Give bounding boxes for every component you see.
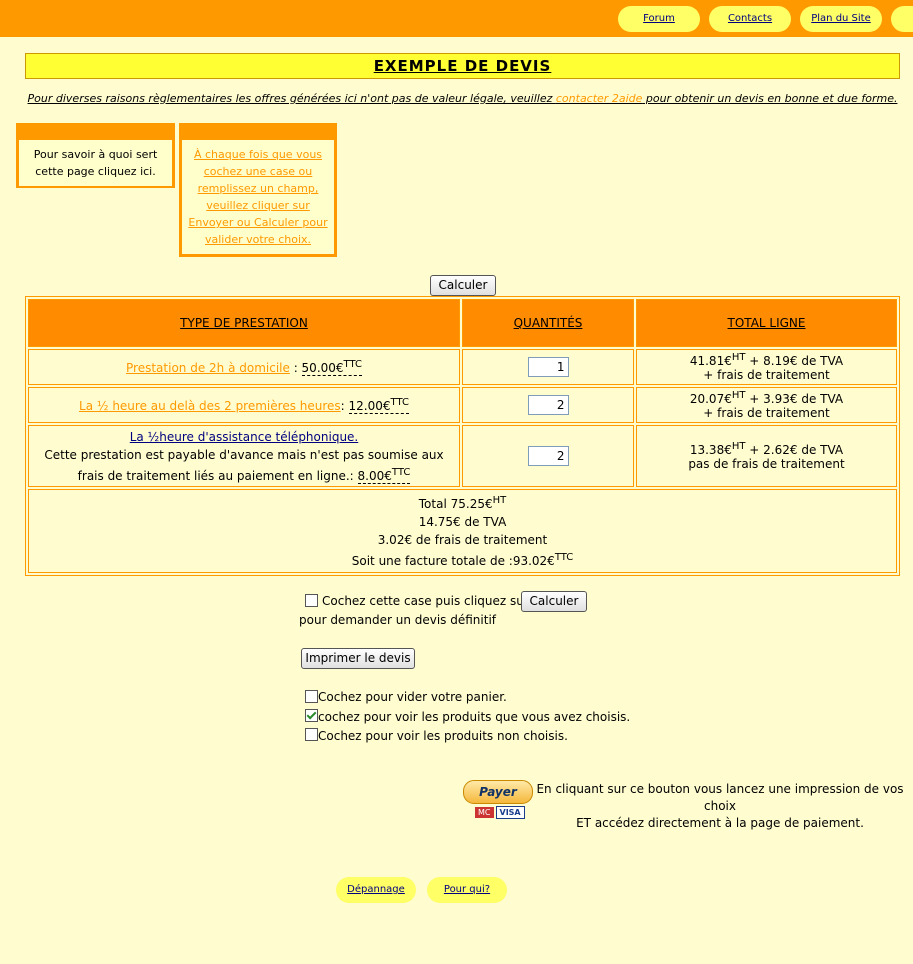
prestation-cell: La ½heure d'assistance téléphonique. Cet… (28, 425, 460, 487)
line-total-cell: 41.81€HT + 8.19€ de TVA + frais de trait… (636, 349, 897, 385)
devis-checkbox[interactable] (305, 594, 318, 607)
summary-fees: 3.02€ de frais de traitement (377, 533, 548, 547)
table-row: La ½heure d'assistance téléphonique. Cet… (28, 425, 897, 487)
print-quote-button[interactable]: Imprimer le devis (301, 648, 415, 669)
total-ht: 13.38€ (689, 443, 732, 457)
price-tax-label: TTC (343, 359, 362, 370)
page-title: EXEMPLE DE DEVIS (25, 53, 900, 79)
total-tva: + 2.62€ de TVA (745, 443, 844, 457)
sep-text: : (340, 399, 349, 413)
nav-contacts-link[interactable]: Contacts (709, 6, 791, 32)
total-tva: + 8.19€ de TVA (745, 354, 844, 368)
paypal-pay-button[interactable]: Payer (463, 780, 533, 804)
quantity-cell: 2 (462, 425, 634, 487)
unit-price: 12.00€TTC (348, 397, 409, 414)
show-unchosen-label: Cochez pour voir les produits non choisi… (318, 729, 568, 743)
summary-cell: Total 75.25€HT 14.75€ de TVA 3.02€ de fr… (28, 489, 897, 573)
footer-depannage-link[interactable]: Dépannage (336, 877, 416, 903)
nav-forum-link[interactable]: Forum (618, 6, 700, 32)
prestation-cell: La ½ heure au delà des 2 premières heure… (28, 387, 460, 423)
table-header-row: TYPE DE PRESTATION QUANTITÉS TOTAL LIGNE (28, 299, 897, 347)
legal-notice: Pour diverses raisons règlementaires les… (25, 92, 900, 105)
total-ht: 41.81€ (689, 354, 732, 368)
devis-checkbox-label-2: pour demander un devis définitif (299, 613, 496, 627)
total-fees: pas de frais de traitement (688, 457, 845, 471)
quantity-cell: 2 (462, 387, 634, 423)
quantity-input[interactable]: 2 (527, 395, 569, 415)
nav-plan-link[interactable]: Plan du Site (800, 6, 882, 32)
calculate-devis-button[interactable]: Calculer (521, 591, 587, 612)
summary-invoice-label: TTC (554, 552, 574, 563)
total-fees: + frais de traitement (703, 368, 830, 382)
sep-text: : (289, 361, 302, 375)
header-total: TOTAL LIGNE (636, 299, 897, 347)
paypal-explanation: En cliquant sur ce bouton vous lancez un… (535, 781, 905, 832)
show-chosen-label: cochez pour voir les produits que vous a… (318, 710, 631, 724)
total-ht-label: HT (731, 390, 746, 401)
calculate-button[interactable]: Calculer (430, 275, 496, 296)
visa-icon: VISA (495, 806, 525, 819)
summary-row: Total 75.25€HT 14.75€ de TVA 3.02€ de fr… (28, 489, 897, 573)
paypal-text-1: En cliquant sur ce bouton vous lancez un… (536, 782, 904, 813)
summary-invoice: Soit une facture totale de :93.02€ (351, 554, 555, 568)
empty-cart-checkbox[interactable] (305, 690, 318, 703)
total-fees: + frais de traitement (703, 406, 830, 420)
contact-link[interactable]: contacter 2aide (556, 92, 643, 105)
info-box-text[interactable]: Pour savoir à quoi sert cette page cliqu… (19, 140, 172, 186)
notice-text-before: Pour diverses raisons règlementaires les… (27, 92, 556, 105)
help-box-text: À chaque fois que vous cochez une case o… (182, 140, 334, 254)
nav-more-link[interactable] (891, 6, 913, 32)
prestation-link[interactable]: Prestation de 2h à domicile (126, 361, 290, 375)
price-tax-label: TTC (391, 466, 411, 478)
devis-checkbox-label: Cochez cette case puis cliquez sur (322, 594, 529, 608)
unit-price: 50.00€TTC (301, 359, 362, 376)
summary-tva: 14.75€ de TVA (418, 515, 507, 529)
price-value: 12.00€ (348, 399, 391, 413)
card-logos: MC VISA (475, 806, 527, 819)
help-box: À chaque fois que vous cochez une case o… (179, 123, 337, 257)
prestation-link[interactable]: La ½heure d'assistance téléphonique. (130, 430, 359, 444)
show-chosen-checkbox[interactable] (305, 709, 318, 722)
quantity-cell: 1 (462, 349, 634, 385)
info-box[interactable]: Pour savoir à quoi sert cette page cliqu… (16, 123, 175, 188)
total-ht-label: HT (731, 441, 746, 452)
total-tva: + 3.93€ de TVA (745, 392, 844, 406)
show-unchosen-checkbox[interactable] (305, 728, 318, 741)
empty-cart-label: Cochez pour vider votre panier. (318, 690, 507, 704)
price-value: 8.00€ (357, 468, 392, 483)
table-row: Prestation de 2h à domicile : 50.00€TTC … (28, 349, 897, 385)
price-tax-label: TTC (390, 397, 409, 408)
mastercard-icon: MC (475, 807, 494, 818)
quantity-input[interactable]: 1 (527, 357, 569, 377)
header-quantity: QUANTITÉS (462, 299, 634, 347)
prestation-cell: Prestation de 2h à domicile : 50.00€TTC (28, 349, 460, 385)
notice-text-after: pour obtenir un devis en bonne et due fo… (642, 92, 898, 105)
quantity-input[interactable]: 2 (527, 446, 569, 466)
total-ht: 20.07€ (689, 392, 732, 406)
top-bar: Forum Contacts Plan du Site (0, 0, 913, 37)
header-type: TYPE DE PRESTATION (28, 299, 460, 347)
price-value: 50.00€ (301, 361, 344, 375)
total-ht-label: HT (731, 352, 746, 363)
line-total-cell: 20.07€HT + 3.93€ de TVA + frais de trait… (636, 387, 897, 423)
table-row: La ½ heure au delà des 2 premières heure… (28, 387, 897, 423)
line-total-cell: 13.38€HT + 2.62€ de TVA pas de frais de … (636, 425, 897, 487)
paypal-text-2: ET accédez directement à la page de paie… (576, 816, 864, 830)
quote-table: TYPE DE PRESTATION QUANTITÉS TOTAL LIGNE… (25, 296, 900, 576)
unit-price: 8.00€TTC (357, 466, 411, 484)
summary-total: Total 75.25€ (418, 497, 493, 511)
prestation-link[interactable]: La ½ heure au delà des 2 premières heure… (79, 399, 341, 413)
footer-pourqui-link[interactable]: Pour qui? (427, 877, 507, 903)
summary-total-label: HT (492, 495, 507, 506)
